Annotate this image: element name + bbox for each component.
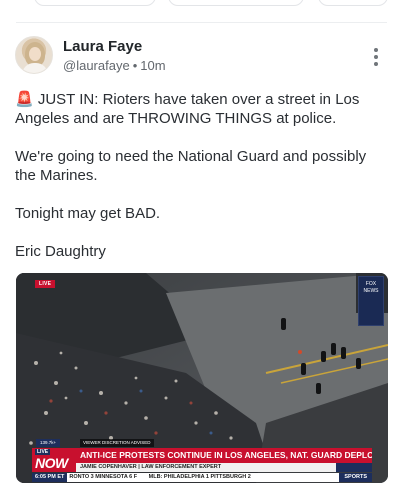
top-tab-pill-1[interactable]	[34, 0, 156, 6]
subhead-logo-box	[336, 463, 372, 472]
ticker-scores-2: MLB: PHILADELPHIA 1 PITTSBURGH 2	[148, 474, 251, 480]
ticker-sports-label: SPORTS	[339, 473, 372, 482]
ticker-time: 6:05 PM ET	[32, 473, 68, 482]
score-ticker: 6:05 PM ET RONTO 3 MINNESOTA 6 F MLB: PHI…	[32, 473, 372, 482]
news-lower-third: 139.7k+ VIEWER DISCRETION ADVISED LIVE N…	[32, 439, 372, 483]
view-count: 139.7k+	[36, 439, 61, 447]
now-badge-text: NOW	[35, 455, 68, 471]
live-tag: LIVE	[35, 280, 56, 288]
subhead-banner: JAMIE COPENHAVER | LAW ENFORCEMENT EXPER…	[76, 463, 336, 472]
top-tab-pill-3[interactable]	[318, 0, 388, 6]
post-line-4: Eric Daughtry	[15, 243, 106, 260]
post-line-2: We're going to need the National Guard a…	[15, 148, 367, 184]
post-timestamp[interactable]: 10m	[140, 58, 165, 73]
post-body: 🚨 JUST IN: Rioters have taken over a str…	[15, 90, 390, 261]
author-handle[interactable]: @laurafaye	[63, 58, 130, 73]
live-now-badge: LIVE NOW	[32, 448, 76, 472]
post-line-1-text: 🚨 JUST IN: Rioters have taken over a str…	[15, 91, 360, 127]
fox-news-logo: FOX NEWS	[358, 276, 384, 326]
avatar[interactable]	[15, 36, 53, 74]
post-meta: @laurafaye • 10m	[63, 58, 166, 73]
author-name[interactable]: Laura Faye	[63, 38, 142, 55]
meta-separator: •	[132, 58, 138, 73]
post-line-3: Tonight may get BAD.	[15, 205, 161, 222]
more-options-icon[interactable]	[371, 48, 381, 66]
divider	[16, 22, 387, 23]
video-media[interactable]: LIVE FOX NEWS 139.7k+ VIEWER DISCRETION …	[16, 273, 388, 483]
post-line-1: 🚨 JUST IN: Rioters have taken over a str…	[15, 90, 390, 128]
top-tab-pill-2[interactable]	[168, 0, 304, 6]
ticker-scores-1: RONTO 3 MINNESOTA 6 F	[69, 474, 138, 480]
headline-banner: ANTI-ICE PROTESTS CONTINUE IN LOS ANGELE…	[76, 448, 372, 463]
viewer-discretion: VIEWER DISCRETION ADVISED	[80, 439, 154, 447]
